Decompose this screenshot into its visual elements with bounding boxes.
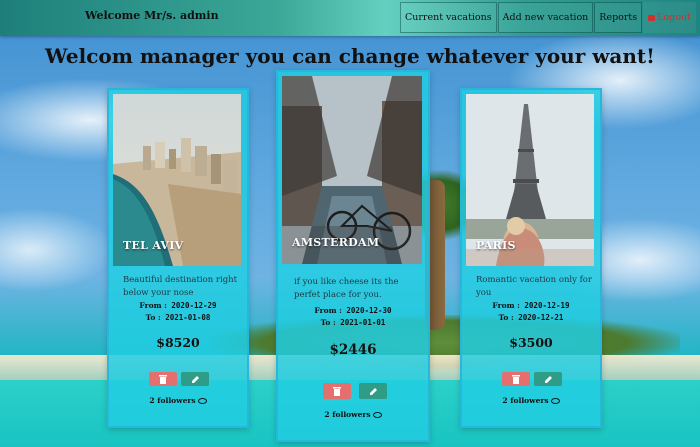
nav-menu: Current vacations Add new vacation Repor… <box>400 2 697 33</box>
vacation-to-date: To : 2021-01-08 <box>109 313 247 322</box>
vacation-description: Romantic vacation only for you <box>476 275 592 298</box>
from-label: From : <box>139 301 167 310</box>
to-label: To : <box>145 313 161 322</box>
to-label: To : <box>498 313 514 322</box>
followers-count: 2 followers <box>109 396 247 405</box>
vacation-image: PARIS <box>466 94 594 266</box>
delete-button[interactable] <box>149 372 177 386</box>
nav-current-vacations[interactable]: Current vacations <box>400 2 497 33</box>
vacation-price: $8520 <box>156 335 200 350</box>
nav-reports[interactable]: Reports <box>594 2 643 33</box>
vacation-image: AMSTERDAM <box>282 76 422 264</box>
to-value: 2020-12-21 <box>518 313 564 322</box>
edit-button[interactable] <box>534 372 562 386</box>
followers-text: 2 followers <box>324 410 371 419</box>
pencil-icon <box>191 375 199 383</box>
edit-button[interactable] <box>181 372 209 386</box>
nav-add-new-vacation[interactable]: Add new vacation <box>497 2 594 33</box>
pencil-icon <box>369 387 377 395</box>
vacation-to-date: To : 2021-01-01 <box>278 318 428 327</box>
eye-icon <box>197 398 207 404</box>
logout-icon <box>648 14 656 21</box>
vacation-card: TEL AVIV Beautiful destination right bel… <box>107 88 249 428</box>
from-value: 2020-12-30 <box>346 306 392 315</box>
from-value: 2020-12-19 <box>524 301 570 310</box>
vacation-price: $2446 <box>329 342 377 358</box>
top-navbar: Welcome Mr/s. admin Current vacations Ad… <box>0 0 700 36</box>
vacation-destination: TEL AVIV <box>123 239 184 252</box>
vacation-card: AMSTERDAM if you like cheese its the per… <box>276 70 430 442</box>
from-label: From : <box>492 301 520 310</box>
followers-text: 2 followers <box>502 396 549 405</box>
from-label: From : <box>314 306 342 315</box>
edit-button[interactable] <box>359 383 387 399</box>
pencil-icon <box>544 375 552 383</box>
vacation-image: TEL AVIV <box>113 94 241 266</box>
eye-icon <box>372 412 382 418</box>
vacation-from-date: From : 2020-12-29 <box>109 301 247 310</box>
nav-logout[interactable]: Logout <box>643 2 696 33</box>
from-value: 2020-12-29 <box>171 301 217 310</box>
trash-icon <box>159 374 167 384</box>
vacation-from-date: From : 2020-12-19 <box>462 301 600 310</box>
vacation-description: if you like cheese its the perfet place … <box>294 277 399 300</box>
vacation-price: $3500 <box>509 335 553 350</box>
trash-icon <box>333 386 341 396</box>
to-value: 2021-01-01 <box>340 318 386 327</box>
followers-text: 2 followers <box>149 396 196 405</box>
to-value: 2021-01-08 <box>165 313 211 322</box>
vacation-description: Beautiful destination right below your n… <box>123 275 238 298</box>
vacation-destination: AMSTERDAM <box>292 236 380 249</box>
to-label: To : <box>320 318 336 327</box>
delete-button[interactable] <box>502 372 530 386</box>
welcome-text: Welcome Mr/s. admin <box>85 9 219 22</box>
vacation-destination: PARIS <box>476 239 516 252</box>
logout-label: Logout <box>657 12 691 23</box>
followers-count: 2 followers <box>462 396 600 405</box>
vacation-card: PARIS Romantic vacation only for you Fro… <box>460 88 602 428</box>
page-title: Welcom manager you can change whatever y… <box>45 44 655 68</box>
delete-button[interactable] <box>323 383 351 399</box>
vacation-from-date: From : 2020-12-30 <box>278 306 428 315</box>
eye-icon <box>550 398 560 404</box>
vacation-to-date: To : 2020-12-21 <box>462 313 600 322</box>
followers-count: 2 followers <box>278 410 428 419</box>
trash-icon <box>512 374 520 384</box>
